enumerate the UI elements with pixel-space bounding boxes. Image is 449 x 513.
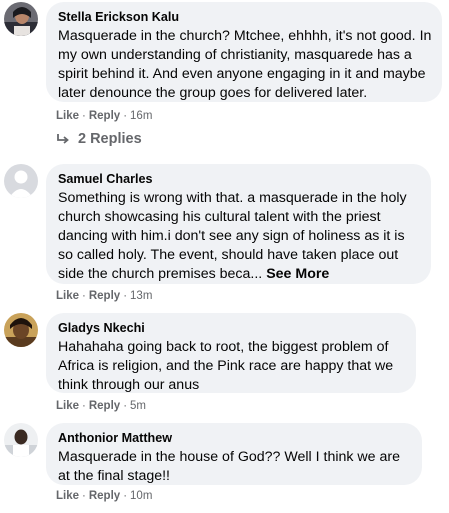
like-button[interactable]: Like: [56, 290, 79, 302]
comment-anthonior: Anthonior Matthew Masquerade in the hous…: [0, 419, 449, 513]
comment-actions: Like · Reply · 5m: [56, 400, 147, 412]
comment-text: Masquerade in the church? Mtchee, ehhhh,…: [58, 28, 432, 101]
default-profile-icon: [4, 164, 38, 198]
replies-label: Replies: [90, 131, 142, 147]
comment-timestamp[interactable]: 10m: [130, 490, 152, 502]
comment-author[interactable]: Samuel Charles: [58, 172, 421, 187]
avatar[interactable]: [4, 164, 38, 198]
like-button[interactable]: Like: [56, 400, 79, 412]
profile-photo: [4, 313, 38, 347]
comment-stella: Stella Erickson Kalu Masquerade in the c…: [0, 0, 449, 150]
comment-author[interactable]: Stella Erickson Kalu: [58, 10, 432, 25]
comment-timestamp[interactable]: 13m: [130, 290, 152, 302]
comment-bubble: Samuel Charles Something is wrong with t…: [46, 164, 431, 284]
comment-gladys: Gladys Nkechi Hahahaha going back to roo…: [0, 309, 449, 419]
comment-actions: Like · Reply · 13m: [56, 290, 153, 302]
comment-timestamp[interactable]: 16m: [130, 110, 152, 122]
comment-author[interactable]: Gladys Nkechi: [58, 321, 406, 336]
avatar[interactable]: [4, 2, 38, 36]
profile-photo: [4, 423, 38, 457]
comment-timestamp[interactable]: 5m: [130, 400, 146, 412]
comment-bubble: Stella Erickson Kalu Masquerade in the c…: [46, 2, 442, 102]
reply-button[interactable]: Reply: [89, 110, 120, 122]
comment-bubble: Gladys Nkechi Hahahaha going back to roo…: [46, 313, 416, 393]
like-button[interactable]: Like: [56, 490, 79, 502]
reply-arrow-icon: [57, 134, 69, 144]
comment-text: Masquerade in the house of God?? Well I …: [58, 449, 401, 484]
avatar[interactable]: [4, 313, 38, 347]
reply-button[interactable]: Reply: [89, 400, 120, 412]
comment-text: Hahahaha going back to root, the biggest…: [58, 339, 394, 393]
avatar[interactable]: [4, 423, 38, 457]
see-more-link[interactable]: See More: [266, 266, 329, 282]
comment-bubble: Anthonior Matthew Masquerade in the hous…: [46, 423, 422, 485]
view-replies-button[interactable]: 2 Replies: [56, 131, 142, 147]
comment-actions: Like · Reply · 16m: [56, 110, 153, 122]
comment-text: Something is wrong with that. a masquera…: [58, 189, 421, 284]
comment-samuel: Samuel Charles Something is wrong with t…: [0, 160, 449, 310]
comment-author[interactable]: Anthonior Matthew: [58, 431, 412, 446]
comment-actions: Like · Reply · 10m: [56, 490, 153, 502]
reply-button[interactable]: Reply: [89, 290, 120, 302]
profile-photo: [4, 2, 38, 36]
replies-count: 2: [78, 131, 87, 147]
comment-text-body: Something is wrong with that. a masquera…: [58, 190, 407, 282]
reply-button[interactable]: Reply: [89, 490, 120, 502]
like-button[interactable]: Like: [56, 110, 79, 122]
